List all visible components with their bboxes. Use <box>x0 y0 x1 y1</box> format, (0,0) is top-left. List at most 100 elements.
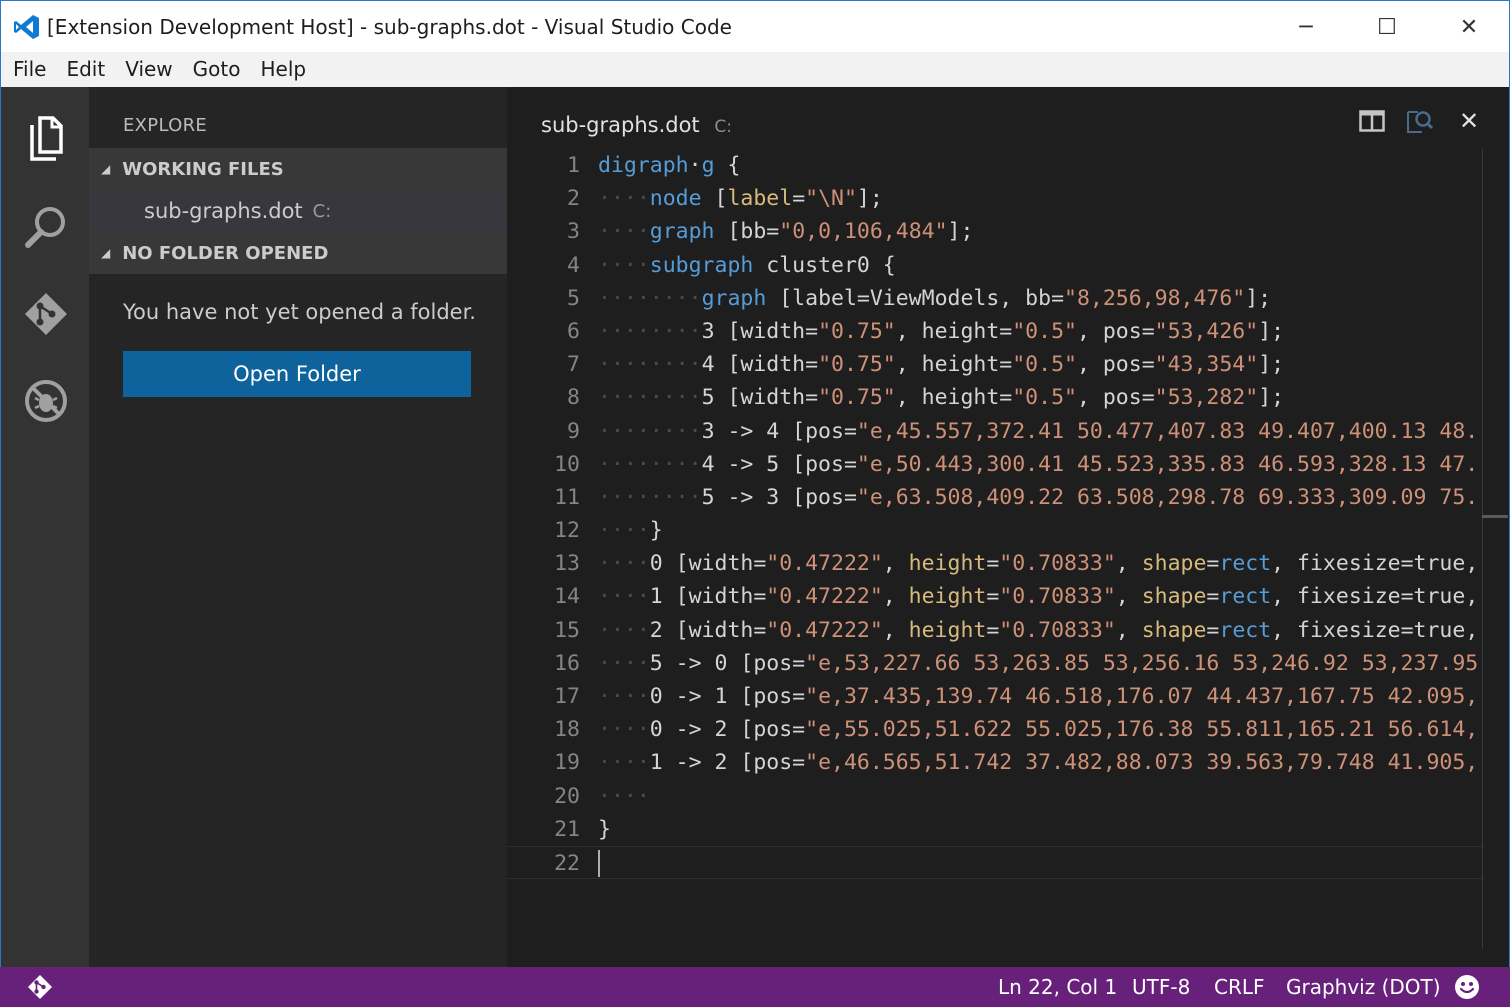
code-line[interactable]: 4 ····subgraph cluster0 { <box>507 249 1482 282</box>
close-icon[interactable]: ✕ <box>1452 107 1486 135</box>
code-line[interactable]: 16 ····5 -> 0 [pos="e,53,227.66 53,263.85… <box>507 647 1482 680</box>
menu-view[interactable]: View <box>115 52 182 87</box>
editor: sub-graphs.dot C: ✕ 1 digraph·g {2 ····nod… <box>507 87 1510 967</box>
git-branch-icon[interactable] <box>26 973 54 1001</box>
code-line[interactable]: 18 ····0 -> 2 [pos="e,55.025,51.622 55.02… <box>507 713 1482 746</box>
code-token: 2 [width= <box>649 617 767 643</box>
line-text: ········3 -> 4 [pos="e,45.557,372.41 50.… <box>598 415 1478 448</box>
search-icon[interactable] <box>1 187 90 267</box>
line-number: 7 <box>567 352 580 378</box>
code-line[interactable]: 17 ····0 -> 1 [pos="e,37.435,139.74 46.51… <box>507 680 1482 713</box>
line-text: ········5 [width="0.75", height="0.5", p… <box>598 381 1284 414</box>
overview-ruler-mark <box>1482 515 1508 518</box>
line-number: 6 <box>567 318 580 344</box>
title-bar: [Extension Development Host] - sub-graph… <box>0 0 1510 52</box>
open-folder-button[interactable]: Open Folder <box>123 351 471 397</box>
code-line[interactable]: 14 ····1 [width="0.47222", height="0.7083… <box>507 580 1482 613</box>
vertical-scrollbar[interactable] <box>1482 149 1508 949</box>
menu-help[interactable]: Help <box>250 52 316 87</box>
working-files-header[interactable]: ◢ WORKING FILES <box>89 148 507 190</box>
code-token: shape <box>1141 617 1207 643</box>
code-line[interactable]: 1 digraph·g { <box>507 149 1482 182</box>
code-line[interactable]: 19 ····1 -> 2 [pos="e,46.565,51.742 37.48… <box>507 746 1482 779</box>
code-token: [label=ViewModels, bb= <box>766 285 1065 311</box>
code-line[interactable]: 9 ········3 -> 4 [pos="e,45.557,372.41 50… <box>507 415 1482 448</box>
code-token: ········ <box>598 352 702 378</box>
no-folder-header[interactable]: ◢ NO FOLDER OPENED <box>89 232 507 274</box>
code-token: "e,37.435,139.74 46.518,176.07 44.437,16… <box>805 684 1479 709</box>
code-token: , <box>1115 584 1142 610</box>
code-token: ]; <box>1258 385 1285 411</box>
code-area[interactable]: 1 digraph·g {2 ····node [label="\N"]; 3 ····… <box>507 149 1482 889</box>
menu-goto[interactable]: Goto <box>183 52 251 87</box>
line-number: 9 <box>567 418 580 444</box>
code-line[interactable]: 8 ········5 [width="0.75", height="0.5", … <box>507 381 1482 414</box>
code-token: 5 -> 3 [pos= <box>701 484 857 510</box>
code-line[interactable]: 7 ········4 [width="0.75", height="0.5", … <box>507 348 1482 381</box>
menu-edit[interactable]: Edit <box>56 52 115 87</box>
code-token: = <box>986 551 1000 577</box>
code-line[interactable]: 10 ········4 -> 5 [pos="e,50.443,300.41 4… <box>507 448 1482 481</box>
code-token: "e,55.025,51.622 55.025,176.38 55.811,16… <box>805 717 1479 743</box>
code-token: "e,50.443,300.41 45.523,335.83 46.593,32… <box>856 451 1479 477</box>
code-token: ···· <box>598 219 650 245</box>
line-text: ····0 -> 1 [pos="e,37.435,139.74 46.518,… <box>598 680 1478 713</box>
smiley-icon[interactable] <box>1453 973 1481 1001</box>
code-token: 4 -> 5 [pos= <box>701 451 857 477</box>
activity-bar <box>0 87 89 967</box>
code-line[interactable]: 21} <box>507 813 1482 846</box>
text-cursor <box>598 849 600 877</box>
code-token: , fixesize=true, <box>1271 617 1479 643</box>
code-line[interactable]: 12 ····} <box>507 514 1482 547</box>
line-text: ········4 -> 5 [pos="e,50.443,300.41 45.… <box>598 448 1478 481</box>
code-line[interactable]: 5 ········graph [label=ViewModels, bb="8,… <box>507 282 1482 315</box>
code-token: height <box>908 617 987 643</box>
code-token: graph <box>701 285 767 311</box>
line-number: 12 <box>554 518 580 544</box>
maximize-button[interactable]: ☐ <box>1347 1 1427 53</box>
menu-file[interactable]: File <box>3 52 56 87</box>
code-line[interactable]: 15 ····2 [width="0.47222", height="0.7083… <box>507 614 1482 647</box>
open-change-icon[interactable] <box>1403 107 1437 135</box>
code-token: , <box>882 551 909 577</box>
code-token: "\N" <box>805 186 857 212</box>
line-text: ····} <box>598 514 663 547</box>
line-text: digraph·g { <box>598 149 740 182</box>
git-icon[interactable] <box>1 274 90 354</box>
code-token: g <box>701 153 715 178</box>
code-token: "0.75" <box>818 318 896 344</box>
menu-bar: File Edit View Goto Help <box>0 52 1510 87</box>
line-text: ····0 [width="0.47222", height="0.70833"… <box>598 547 1478 580</box>
code-token: ···· <box>598 617 650 643</box>
code-token: , fixesize=true, <box>1271 551 1479 577</box>
working-file-item[interactable]: sub-graphs.dot C: <box>89 190 507 232</box>
code-token: 5 -> 0 [pos= <box>649 650 806 676</box>
code-token: 5 [width= <box>701 385 819 411</box>
code-line[interactable]: 20 ···· <box>507 780 1482 813</box>
split-editor-icon[interactable] <box>1355 107 1389 135</box>
code-token: shape <box>1141 584 1207 610</box>
line-number: 5 <box>567 285 580 311</box>
code-token: "43,354" <box>1154 352 1259 378</box>
code-line[interactable]: 3 ····graph [bb="0,0,106,484"]; <box>507 215 1482 248</box>
code-line[interactable]: 22 <box>507 845 1482 880</box>
code-line[interactable]: 2 ····node [label="\N"]; <box>507 182 1482 215</box>
code-token: [ <box>701 186 728 212</box>
code-token: , fixesize=true, <box>1271 584 1479 610</box>
code-token: ········ <box>598 318 702 344</box>
cursor-position[interactable]: Ln 22, Col 1 <box>998 967 1117 1007</box>
code-token: , height= <box>895 352 1013 378</box>
language-mode[interactable]: Graphviz (DOT) <box>1286 967 1441 1007</box>
code-line[interactable]: 13 ····0 [width="0.47222", height="0.7083… <box>507 547 1482 580</box>
close-window-button[interactable]: ✕ <box>1429 1 1509 53</box>
file-encoding[interactable]: UTF-8 <box>1132 967 1190 1007</box>
code-line[interactable]: 6 ········3 [width="0.75", height="0.5", … <box>507 315 1482 348</box>
sidebar: EXPLORE ◢ WORKING FILES sub-graphs.dot C… <box>89 87 507 967</box>
line-ending[interactable]: CRLF <box>1214 967 1265 1007</box>
code-line[interactable]: 11 ········5 -> 3 [pos="e,63.508,409.22 6… <box>507 481 1482 514</box>
debug-icon[interactable] <box>1 361 90 441</box>
minimize-button[interactable]: ─ <box>1266 1 1346 53</box>
code-token: } <box>649 518 663 544</box>
explore-icon[interactable] <box>1 99 90 179</box>
code-token: , <box>882 584 909 610</box>
